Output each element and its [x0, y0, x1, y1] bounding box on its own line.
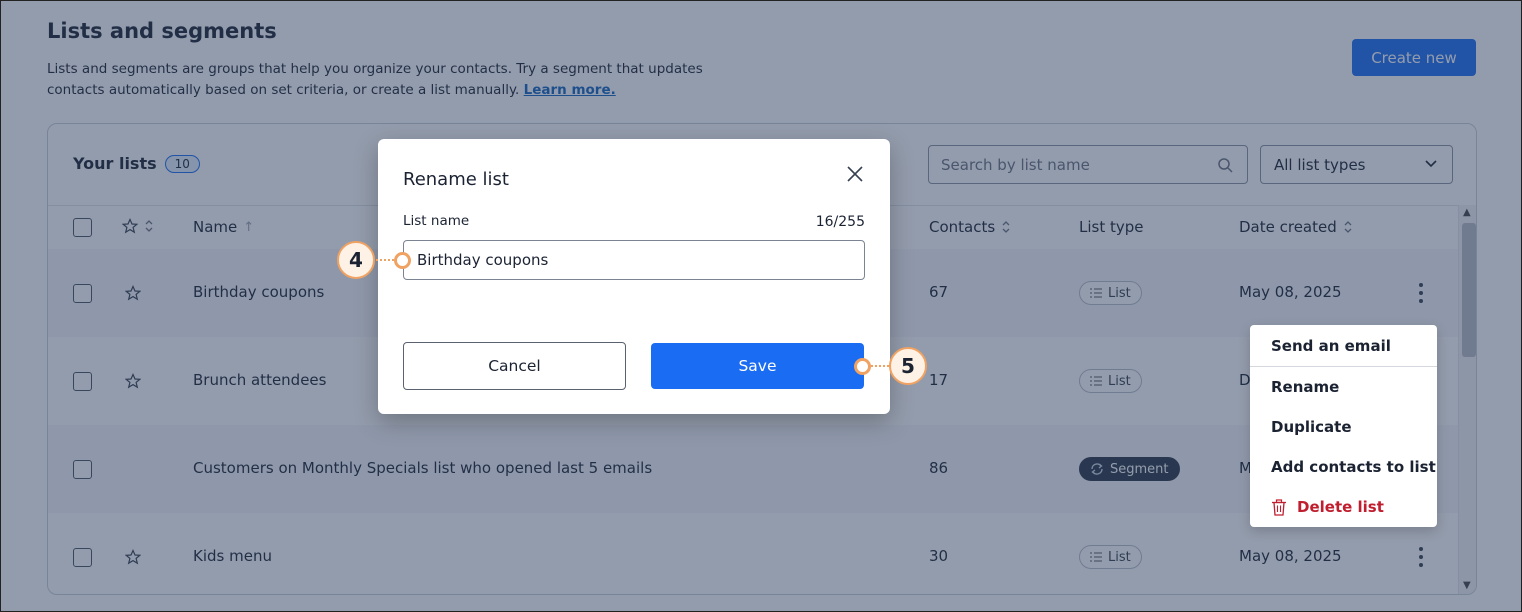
trash-icon [1272, 498, 1286, 516]
menu-divider [1250, 366, 1437, 367]
step-4-callout: 4 [337, 241, 375, 279]
menu-item-add-contacts[interactable]: Add contacts to list [1271, 458, 1436, 476]
step-4-connector [376, 259, 394, 261]
menu-item-rename[interactable]: Rename [1271, 378, 1339, 396]
menu-item-send-email[interactable]: Send an email [1271, 337, 1391, 355]
step-5-marker [854, 358, 871, 375]
save-button[interactable]: Save [651, 343, 864, 389]
delete-list-label: Delete list [1297, 498, 1384, 516]
rename-list-dialog: Rename list List name 16/255 Birthday co… [378, 139, 890, 414]
character-count: 16/255 [815, 214, 865, 230]
menu-item-duplicate[interactable]: Duplicate [1271, 418, 1352, 436]
list-name-input[interactable]: Birthday coupons [403, 240, 865, 280]
dialog-title: Rename list [403, 169, 509, 190]
menu-item-delete-list[interactable]: Delete list [1271, 498, 1384, 516]
step-5-connector [871, 365, 889, 367]
row-actions-menu: Send an email Rename Duplicate Add conta… [1250, 325, 1437, 527]
close-icon[interactable] [846, 165, 864, 183]
list-name-label: List name [403, 213, 470, 229]
list-name-value: Birthday coupons [417, 251, 549, 269]
step-4-marker [394, 252, 411, 269]
cancel-button[interactable]: Cancel [403, 342, 626, 390]
screenshot-frame: Lists and segments Lists and segments ar… [0, 0, 1522, 612]
step-5-callout: 5 [889, 347, 927, 385]
